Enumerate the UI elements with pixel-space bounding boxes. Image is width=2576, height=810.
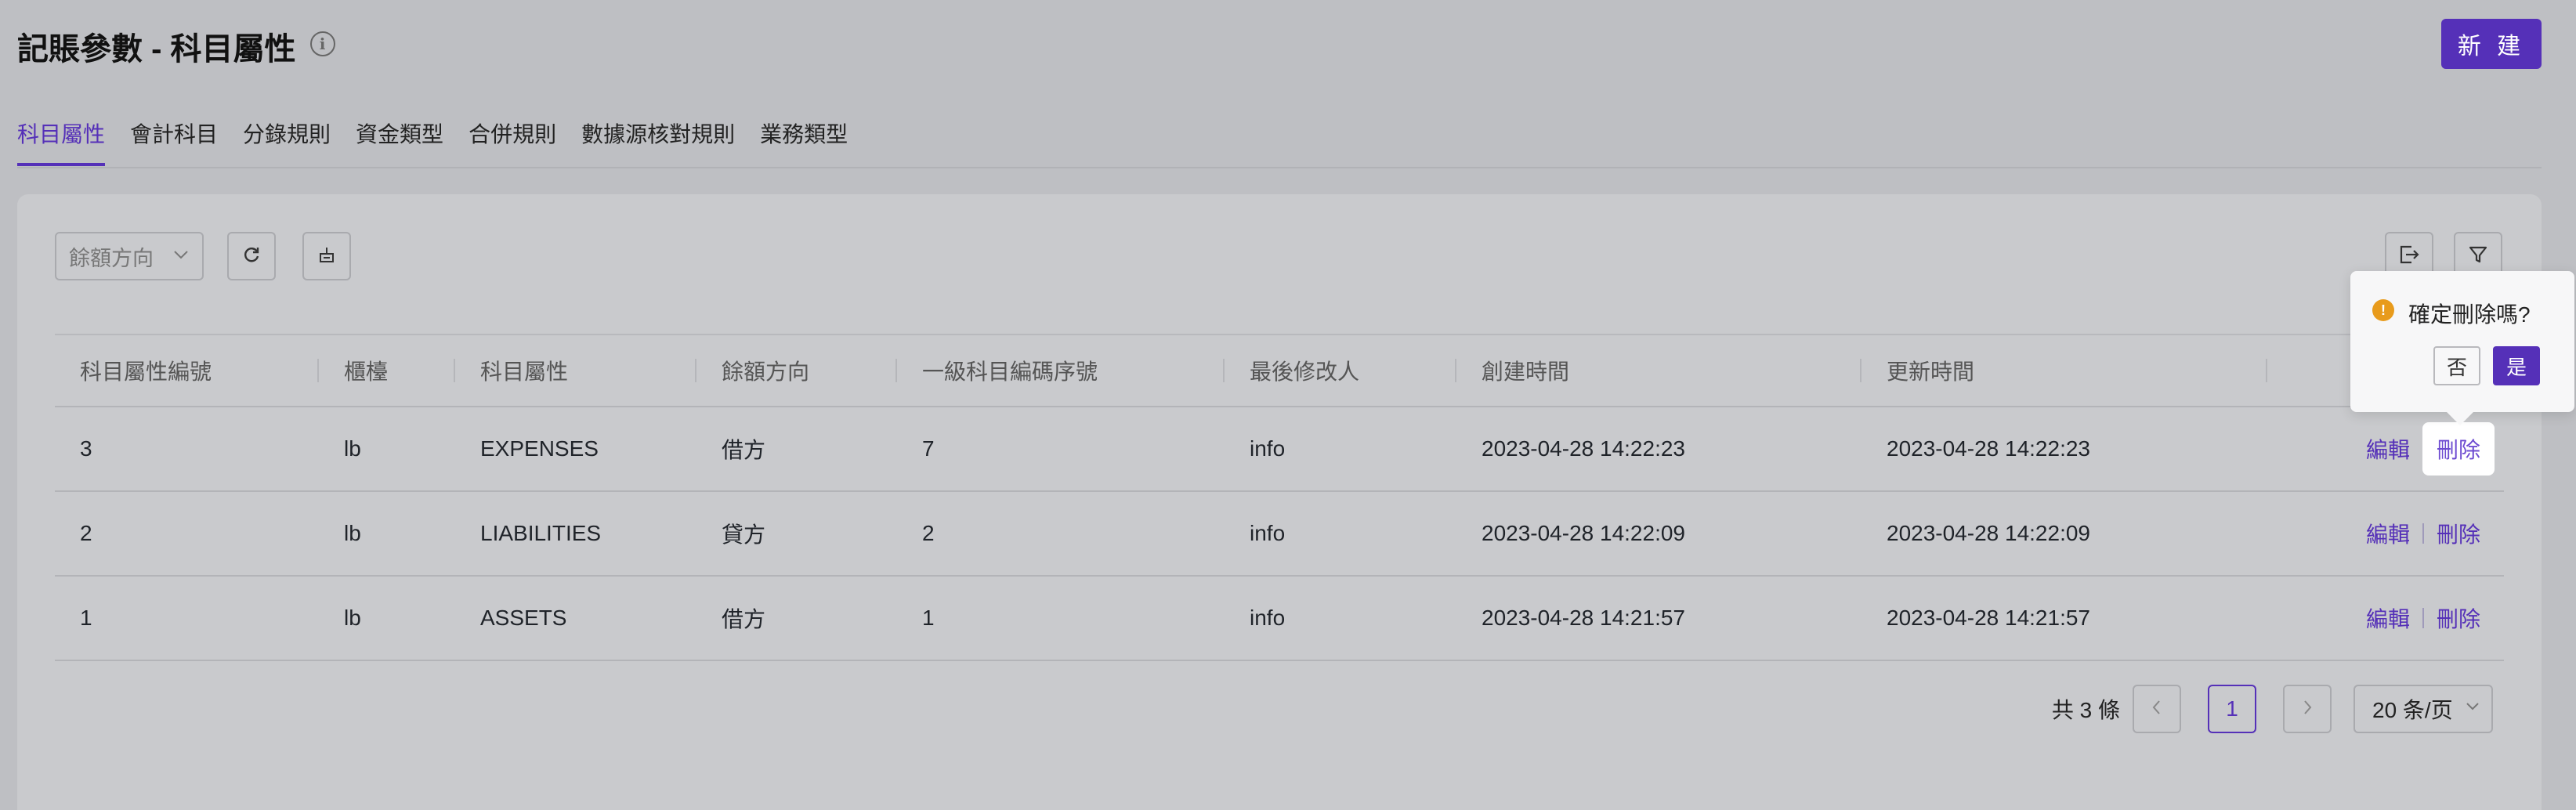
chevron-right-icon [2300, 696, 2314, 721]
tab-entry-rules[interactable]: 分錄規則 [243, 118, 331, 166]
cell-updated: 2023-04-28 14:21:57 [1887, 606, 2090, 630]
cell-seq: 2 [922, 521, 935, 545]
balance-direction-placeholder: 餘額方向 [69, 246, 154, 270]
tab-accounting-subject[interactable]: 會計科目 [130, 118, 218, 166]
table-row: 2 lb LIABILITIES 貸方 2 info 2023-04-28 14… [55, 492, 2504, 577]
refresh-button[interactable] [227, 232, 276, 280]
total-count: 共 3 條 [2051, 698, 2120, 722]
delete-link[interactable]: 刪除 [2437, 602, 2480, 634]
col-header-updated: 更新時間 [1861, 335, 2267, 406]
balance-direction-select[interactable]: 餘額方向 [55, 232, 204, 280]
cell-seq: 1 [922, 606, 935, 630]
table-row: 3 lb EXPENSES 借方 7 info 2023-04-28 14:22… [55, 407, 2504, 492]
col-header-direction: 餘額方向 [696, 335, 897, 406]
col-header-created: 創建時間 [1456, 335, 1861, 406]
cell-created: 2023-04-28 14:22:23 [1482, 436, 1685, 461]
table-row: 1 lb ASSETS 借方 1 info 2023-04-28 14:21:5… [55, 577, 2504, 661]
clear-icon [317, 244, 337, 269]
table-header-row: 科目屬性編號 櫃檯 科目屬性 餘額方向 一級科目編碼序號 最後修改人 創建時間 … [55, 334, 2504, 407]
cell-attribute: EXPENSES [480, 436, 599, 461]
cell-direction: 貸方 [722, 523, 766, 547]
cell-modifier: info [1250, 606, 1286, 630]
cell-updated: 2023-04-28 14:22:23 [1887, 436, 2090, 461]
cell-actions: 編輯 刪除 [2267, 407, 2504, 490]
chevron-down-icon [2465, 699, 2480, 719]
page-title-text: 記賬參數 - 科目屬性 [17, 32, 296, 67]
cell-modifier: info [1250, 521, 1286, 545]
tab-business-types[interactable]: 業務類型 [760, 118, 848, 166]
export-icon [2397, 243, 2421, 270]
cell-attribute: ASSETS [480, 606, 567, 630]
col-header-modifier: 最後修改人 [1225, 335, 1456, 406]
delete-link[interactable]: 刪除 [2437, 518, 2480, 549]
cell-direction: 借方 [722, 607, 766, 631]
cell-seq: 7 [922, 436, 935, 461]
delete-link[interactable]: 刪除 [2422, 422, 2495, 476]
prev-page-button[interactable] [2133, 685, 2181, 733]
cell-counter: lb [344, 436, 361, 461]
action-divider [2422, 608, 2424, 628]
cell-counter: lb [344, 606, 361, 630]
data-table: 科目屬性編號 櫃檯 科目屬性 餘額方向 一級科目編碼序號 最後修改人 創建時間 … [55, 334, 2504, 661]
chevron-down-icon [172, 244, 190, 269]
col-header-id: 科目屬性編號 [55, 335, 319, 406]
tab-datasource-check-rules[interactable]: 數據源核對規則 [581, 118, 735, 166]
clear-filter-button[interactable] [302, 232, 351, 280]
pagination: 共 3 條 1 20 条/页 [2052, 685, 2493, 733]
edit-link[interactable]: 編輯 [2366, 433, 2410, 465]
edit-link[interactable]: 編輯 [2366, 518, 2410, 549]
tab-fund-types[interactable]: 資金類型 [356, 118, 443, 166]
cell-direction: 借方 [722, 438, 766, 462]
popconfirm-message: 確定刪除嗎? [2408, 302, 2531, 327]
cell-created: 2023-04-28 14:22:09 [1482, 521, 1685, 545]
cell-actions: 編輯 刪除 [2267, 577, 2504, 660]
cell-id: 2 [80, 521, 92, 545]
col-header-seq: 一級科目編碼序號 [897, 335, 1225, 406]
delete-popconfirm: ! 確定刪除嗎? 否 是 [2350, 271, 2574, 412]
cell-actions: 編輯 刪除 [2267, 492, 2504, 575]
cell-attribute: LIABILITIES [480, 521, 602, 545]
next-page-button[interactable] [2283, 685, 2332, 733]
tab-account-attribute[interactable]: 科目屬性 [17, 118, 106, 166]
cancel-button[interactable]: 否 [2433, 346, 2480, 385]
page-1-button[interactable]: 1 [2208, 685, 2256, 733]
cell-id: 3 [80, 436, 92, 461]
cell-counter: lb [344, 521, 361, 545]
new-button[interactable]: 新 建 [2441, 19, 2542, 69]
info-icon[interactable]: i [309, 31, 335, 56]
action-divider [2422, 523, 2424, 544]
cell-modifier: info [1250, 436, 1286, 461]
cell-created: 2023-04-28 14:21:57 [1482, 606, 1685, 630]
tab-merge-rules[interactable]: 合併規則 [469, 118, 556, 166]
refresh-icon [241, 244, 262, 269]
col-header-attribute: 科目屬性 [455, 335, 696, 406]
page-size-select[interactable]: 20 条/页 [2353, 685, 2493, 733]
warning-icon: ! [2372, 299, 2394, 321]
content-card: 餘額方向 科目屬性編號 櫃檯 科目屬性 餘額方向 一級科目編碼序號 最後修改人 [17, 194, 2542, 810]
tab-divider [17, 167, 2542, 168]
tab-bar: 科目屬性 會計科目 分錄規則 資金類型 合併規則 數據源核對規則 業務類型 [17, 118, 2576, 166]
chevron-left-icon [2150, 696, 2164, 721]
cell-id: 1 [80, 606, 92, 630]
cell-updated: 2023-04-28 14:22:09 [1887, 521, 2090, 545]
col-header-counter: 櫃檯 [319, 335, 455, 406]
page-size-value: 20 条/页 [2372, 698, 2453, 722]
confirm-button[interactable]: 是 [2493, 346, 2540, 385]
edit-link[interactable]: 編輯 [2366, 602, 2410, 634]
page-title: 記賬參數 - 科目屬性 i [17, 24, 335, 69]
filter-icon [2467, 244, 2489, 269]
